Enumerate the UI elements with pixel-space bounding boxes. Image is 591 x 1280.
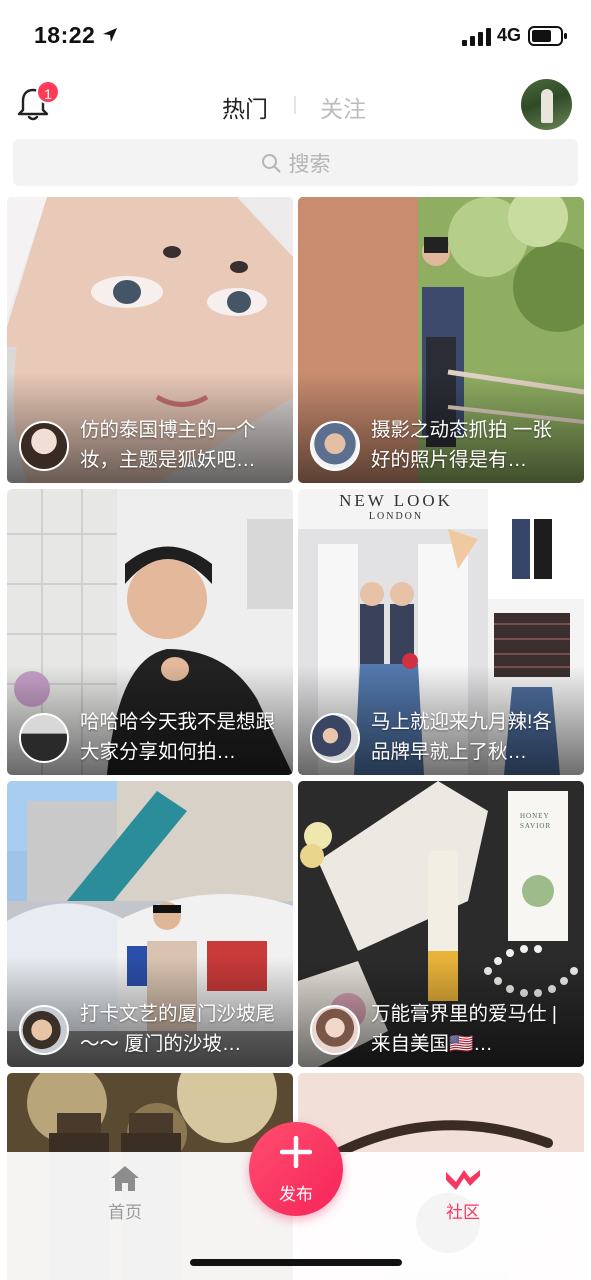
author-avatar[interactable] xyxy=(310,1005,360,1055)
home-indicator xyxy=(190,1259,402,1266)
plus-icon xyxy=(280,1136,312,1168)
author-avatar[interactable] xyxy=(310,421,360,471)
user-avatar[interactable] xyxy=(521,79,572,130)
publish-label: 发布 xyxy=(279,1185,313,1204)
community-icon xyxy=(446,1170,480,1190)
author-avatar[interactable] xyxy=(19,421,69,471)
notification-badge: 1 xyxy=(36,80,60,104)
author-avatar[interactable] xyxy=(19,1005,69,1055)
signal-icon xyxy=(462,28,491,46)
search-bar[interactable]: 搜索 xyxy=(13,139,578,186)
publish-button[interactable]: 发布 xyxy=(249,1122,343,1216)
feed-card[interactable]: 仿的泰国博主的一个妆，主题是狐妖吧… xyxy=(7,197,293,483)
card-title: 仿的泰国博主的一个妆，主题是狐妖吧… xyxy=(80,419,256,471)
battery-icon xyxy=(528,26,567,46)
home-icon xyxy=(111,1166,139,1191)
status-bar: 18:22 4G xyxy=(0,0,591,68)
network-type: 4G xyxy=(497,25,522,45)
status-time: 18:22 xyxy=(34,22,96,48)
tab-community[interactable]: 社区 xyxy=(428,1164,498,1223)
card-title: 哈哈哈今天我不是想跟大家分享如何拍… xyxy=(80,711,276,763)
top-nav: 1 热门 关注 xyxy=(0,72,591,136)
search-placeholder: 搜索 xyxy=(288,152,331,176)
tab-home[interactable]: 首页 xyxy=(90,1164,160,1223)
feed-card[interactable]: 哈哈哈今天我不是想跟大家分享如何拍… xyxy=(7,489,293,775)
author-avatar[interactable] xyxy=(310,713,360,763)
tab-follow[interactable]: 关注 xyxy=(320,90,366,124)
image-brand-subtext: LONDON xyxy=(368,511,424,522)
card-title: 马上就迎来九月辣!各品牌早就上了秋… xyxy=(371,711,552,763)
tab-divider xyxy=(294,96,296,114)
image-brand-text: HONEY xyxy=(520,812,550,820)
tab-community-label: 社区 xyxy=(446,1203,480,1222)
tab-home-label: 首页 xyxy=(108,1203,142,1222)
author-avatar[interactable] xyxy=(19,713,69,763)
card-title: 万能膏界里的爱马仕 | 来自美国🇺🇸… xyxy=(371,1003,557,1055)
image-brand-subtext: SAVIOR xyxy=(520,822,552,830)
feed-card[interactable]: NEW LOOK LONDON 马上就迎来九月辣!各品牌早就上了秋… xyxy=(298,489,584,775)
feed-card[interactable]: HONEY SAVIOR 万能膏界里的爱马仕 | 来自美国🇺🇸… xyxy=(298,781,584,1067)
tab-hot[interactable]: 热门 xyxy=(222,90,268,124)
location-arrow-icon xyxy=(103,28,117,42)
card-title: 打卡文艺的厦门沙坡尾～～ 厦门的沙坡… xyxy=(80,1003,276,1055)
feed-card[interactable]: 打卡文艺的厦门沙坡尾～～ 厦门的沙坡… xyxy=(7,781,293,1067)
feed-card[interactable]: 摄影之动态抓拍 一张好的照片得是有… xyxy=(298,197,584,483)
search-icon xyxy=(261,153,280,172)
image-brand-text: NEW LOOK xyxy=(339,491,453,510)
card-title: 摄影之动态抓拍 一张好的照片得是有… xyxy=(371,419,552,471)
